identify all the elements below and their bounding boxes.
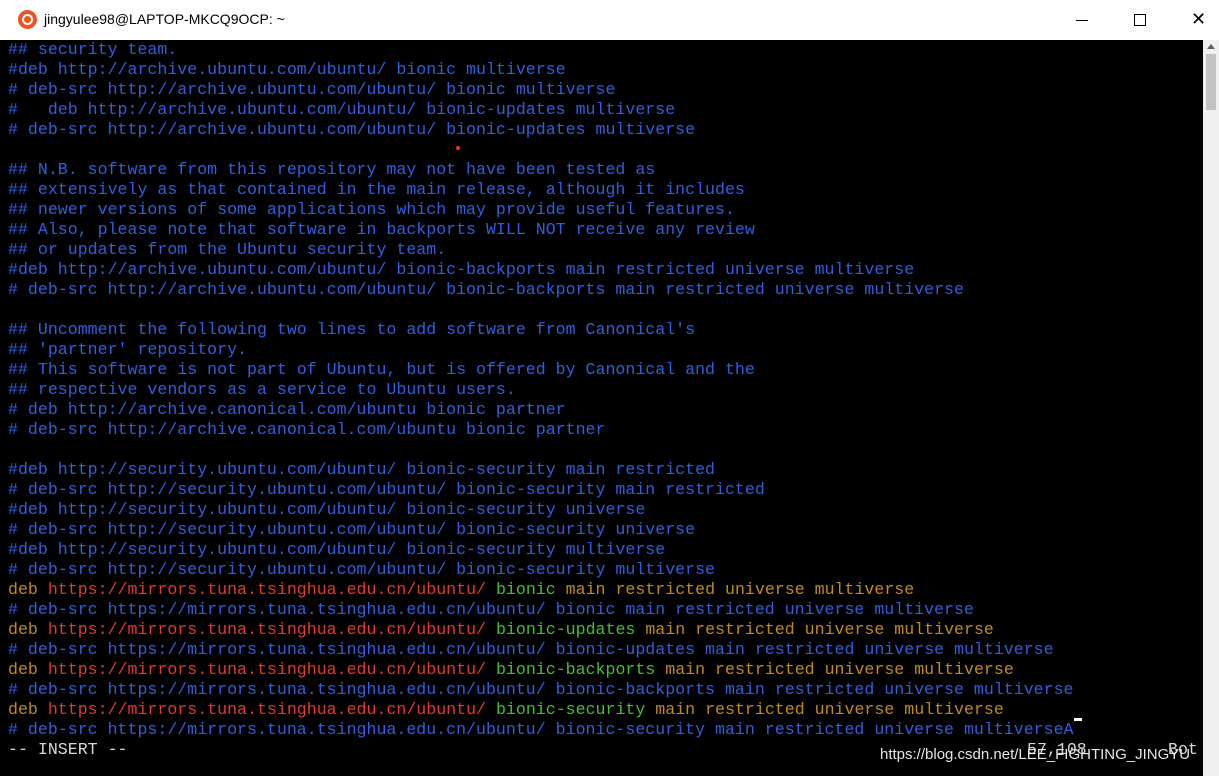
buffer-text: # deb-src https://mirrors.tuna.tsinghua.… bbox=[8, 640, 1054, 659]
buffer-text: https://mirrors.tuna.tsinghua.edu.cn/ubu… bbox=[47, 700, 486, 719]
buffer-line: ## extensively as that contained in the … bbox=[8, 180, 745, 200]
buffer-line: # deb-src https://mirrors.tuna.tsinghua.… bbox=[8, 600, 974, 620]
vim-mode-indicator: -- INSERT -- bbox=[8, 740, 128, 759]
buffer-text: # deb-src https://mirrors.tuna.tsinghua.… bbox=[8, 600, 974, 619]
buffer-text: ## newer versions of some applications w… bbox=[8, 200, 735, 219]
buffer-text: main restricted universe multiverse bbox=[655, 660, 1014, 679]
buffer-text: # deb-src https://mirrors.tuna.tsinghua.… bbox=[8, 680, 1074, 699]
buffer-line: # deb-src http://security.ubuntu.com/ubu… bbox=[8, 560, 715, 580]
buffer-text: # deb-src http://archive.canonical.com/u… bbox=[8, 420, 606, 439]
buffer-text: #deb http://security.ubuntu.com/ubuntu/ … bbox=[8, 540, 666, 559]
buffer-text: bionic-updates bbox=[486, 620, 636, 639]
terminal-window: jingyulee98@LAPTOP-MKCQ9OCP: ~ ✕ -- INSE… bbox=[0, 0, 1219, 776]
buffer-text: # deb-src http://security.ubuntu.com/ubu… bbox=[8, 560, 716, 579]
buffer-line: # deb-src https://mirrors.tuna.tsinghua.… bbox=[8, 680, 1074, 700]
buffer-text: ## N.B. software from this repository ma… bbox=[8, 160, 656, 179]
ubuntu-icon bbox=[18, 10, 37, 29]
buffer-line: # deb-src http://archive.ubuntu.com/ubun… bbox=[8, 120, 695, 140]
buffer-text: ## or updates from the Ubuntu security t… bbox=[8, 240, 447, 259]
buffer-text: # deb-src http://archive.ubuntu.com/ubun… bbox=[8, 280, 964, 299]
buffer-line: # deb-src https://mirrors.tuna.tsinghua.… bbox=[8, 718, 1082, 740]
terminal-area[interactable]: -- INSERT -- 57,108 Bot ## security team… bbox=[0, 40, 1203, 776]
buffer-text: # deb-src http://security.ubuntu.com/ubu… bbox=[8, 520, 696, 539]
buffer-line: # deb-src http://security.ubuntu.com/ubu… bbox=[8, 480, 765, 500]
watermark: https://blog.csdn.net/LEE_FIGHTING_JINGY… bbox=[880, 746, 1191, 763]
buffer-line: ## 'partner' repository. bbox=[8, 340, 247, 360]
window-title: jingyulee98@LAPTOP-MKCQ9OCP: ~ bbox=[44, 11, 285, 27]
buffer-line: ## Uncomment the following two lines to … bbox=[8, 320, 695, 340]
buffer-text: main restricted universe multiverse bbox=[635, 620, 994, 639]
buffer-line: deb https://mirrors.tuna.tsinghua.edu.cn… bbox=[8, 620, 994, 640]
buffer-line: ## N.B. software from this repository ma… bbox=[8, 160, 655, 180]
title-bar[interactable]: jingyulee98@LAPTOP-MKCQ9OCP: ~ ✕ bbox=[0, 0, 1219, 41]
minimize-button[interactable] bbox=[1059, 0, 1105, 40]
buffer-text: # deb-src http://archive.ubuntu.com/ubun… bbox=[8, 80, 616, 99]
buffer-line: deb https://mirrors.tuna.tsinghua.edu.cn… bbox=[8, 660, 1014, 680]
buffer-text: https://mirrors.tuna.tsinghua.edu.cn/ubu… bbox=[47, 620, 486, 639]
buffer-line: #deb http://security.ubuntu.com/ubuntu/ … bbox=[8, 500, 645, 520]
buffer-text: #deb http://security.ubuntu.com/ubuntu/ … bbox=[8, 500, 646, 519]
buffer-line: #deb http://archive.ubuntu.com/ubuntu/ b… bbox=[8, 60, 566, 80]
vertical-scrollbar[interactable] bbox=[1203, 40, 1219, 776]
minimize-icon bbox=[1076, 20, 1088, 21]
buffer-line: # deb-src http://security.ubuntu.com/ubu… bbox=[8, 520, 695, 540]
buffer-text: ## respective vendors as a service to Ub… bbox=[8, 380, 516, 399]
buffer-line: #deb http://security.ubuntu.com/ubuntu/ … bbox=[8, 540, 665, 560]
buffer-text: deb bbox=[8, 660, 48, 679]
buffer-text: main restricted universe multiverse bbox=[555, 580, 915, 599]
buffer-text: deb bbox=[8, 580, 48, 599]
buffer-line: # deb http://archive.canonical.com/ubunt… bbox=[8, 400, 566, 420]
buffer-text: # deb http://archive.canonical.com/ubunt… bbox=[8, 400, 566, 419]
buffer-line: ## This software is not part of Ubuntu, … bbox=[8, 360, 755, 380]
buffer-line: ## Also, please note that software in ba… bbox=[8, 220, 755, 240]
buffer-line: # deb-src https://mirrors.tuna.tsinghua.… bbox=[8, 640, 1054, 660]
buffer-line: # deb-src http://archive.ubuntu.com/ubun… bbox=[8, 280, 964, 300]
buffer-text: bionic-backports bbox=[486, 660, 656, 679]
buffer-text: bionic bbox=[486, 580, 556, 599]
buffer-text: #deb http://archive.ubuntu.com/ubuntu/ b… bbox=[8, 260, 915, 279]
buffer-text: # deb-src http://archive.ubuntu.com/ubun… bbox=[8, 120, 696, 139]
scroll-up-icon[interactable] bbox=[1207, 44, 1215, 49]
close-icon: ✕ bbox=[1191, 9, 1207, 29]
buffer-line: #deb http://archive.ubuntu.com/ubuntu/ b… bbox=[8, 260, 914, 280]
buffer-text: bionic-security bbox=[486, 700, 646, 719]
buffer-text: # deb-src https://mirrors.tuna.tsinghua.… bbox=[8, 720, 1074, 739]
buffer-text: ## Also, please note that software in ba… bbox=[8, 220, 755, 239]
buffer-text: #deb http://security.ubuntu.com/ubuntu/ … bbox=[8, 460, 716, 479]
buffer-text: ## This software is not part of Ubuntu, … bbox=[8, 360, 755, 379]
buffer-line: deb https://mirrors.tuna.tsinghua.edu.cn… bbox=[8, 700, 1004, 720]
buffer-line: ## or updates from the Ubuntu security t… bbox=[8, 240, 446, 260]
buffer-text: ## security team. bbox=[8, 40, 178, 59]
buffer-text: ## extensively as that contained in the … bbox=[8, 180, 745, 199]
buffer-text: # deb-src http://security.ubuntu.com/ubu… bbox=[8, 480, 765, 499]
buffer-line: deb https://mirrors.tuna.tsinghua.edu.cn… bbox=[8, 580, 914, 600]
buffer-text: #deb http://archive.ubuntu.com/ubuntu/ b… bbox=[8, 60, 566, 79]
text-cursor bbox=[1073, 718, 1082, 721]
buffer-text: ## 'partner' repository. bbox=[8, 340, 247, 359]
buffer-line: # deb http://archive.ubuntu.com/ubuntu/ … bbox=[8, 100, 675, 120]
buffer-text: https://mirrors.tuna.tsinghua.edu.cn/ubu… bbox=[47, 660, 486, 679]
close-button[interactable]: ✕ bbox=[1175, 0, 1219, 40]
buffer-text: deb bbox=[8, 700, 48, 719]
buffer-line: ## respective vendors as a service to Ub… bbox=[8, 380, 516, 400]
buffer-text: # deb http://archive.ubuntu.com/ubuntu/ … bbox=[8, 100, 676, 119]
buffer-line: # deb-src http://archive.ubuntu.com/ubun… bbox=[8, 80, 615, 100]
buffer-line: ## security team. bbox=[8, 40, 177, 60]
buffer-text: ## Uncomment the following two lines to … bbox=[8, 320, 696, 339]
scroll-thumb[interactable] bbox=[1206, 54, 1216, 110]
maximize-button[interactable] bbox=[1117, 0, 1163, 40]
buffer-text: main restricted universe multiverse bbox=[645, 700, 1004, 719]
buffer-line: #deb http://security.ubuntu.com/ubuntu/ … bbox=[8, 460, 715, 480]
stray-pixel bbox=[456, 146, 460, 150]
buffer-text: https://mirrors.tuna.tsinghua.edu.cn/ubu… bbox=[47, 580, 486, 599]
maximize-icon bbox=[1134, 14, 1146, 26]
buffer-line: # deb-src http://archive.canonical.com/u… bbox=[8, 420, 605, 440]
buffer-text: deb bbox=[8, 620, 48, 639]
buffer-line: ## newer versions of some applications w… bbox=[8, 200, 735, 220]
